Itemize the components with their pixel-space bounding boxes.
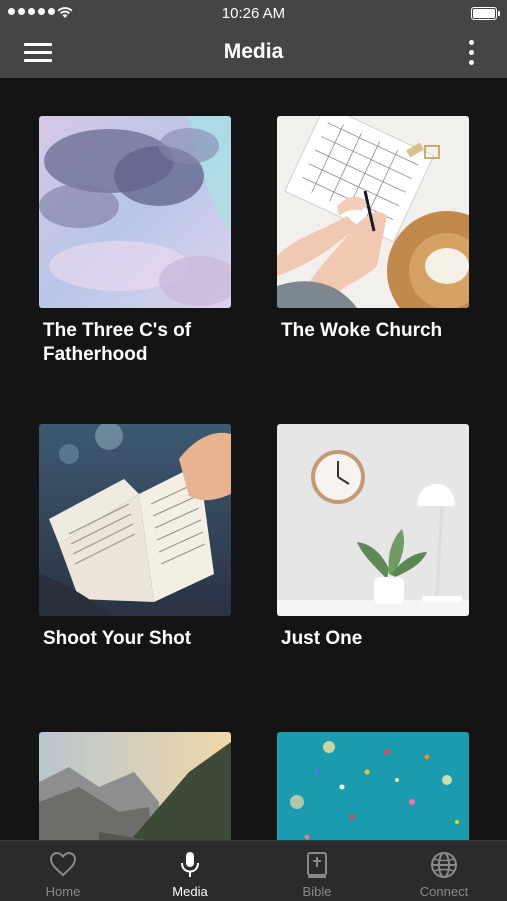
battery-icon [471, 7, 500, 20]
media-card[interactable]: Shoot Your Shot [39, 424, 231, 651]
microphone-icon [181, 852, 199, 877]
tab-home-label: Home [45, 884, 81, 899]
media-card[interactable]: Just One [277, 424, 469, 651]
tab-bible-label: Bible [302, 884, 332, 899]
status-bar: 10:26 AM [0, 0, 507, 28]
teal-confetti-image [277, 732, 469, 840]
tab-media[interactable]: Media [127, 841, 253, 901]
planner-writing-image [277, 116, 469, 308]
media-title: Shoot Your Shot [43, 628, 192, 649]
bible-icon [307, 852, 327, 878]
globe-icon [431, 852, 457, 878]
media-title: The Woke Church [281, 320, 443, 341]
open-bible-image [39, 424, 231, 616]
tab-connect[interactable]: Connect [381, 841, 507, 901]
media-card[interactable] [277, 732, 469, 840]
clock-plant-lamp-image [277, 424, 469, 616]
page-title: Media [223, 40, 284, 63]
pastel-clouds-image [39, 116, 231, 308]
media-card[interactable]: The Woke Church [277, 116, 469, 343]
tab-bible[interactable]: Bible [254, 841, 380, 901]
tab-media-label: Media [172, 884, 208, 899]
tab-bar: Home Media Bible Connect [0, 840, 507, 901]
media-title: Just One [281, 628, 363, 649]
more-vertical-icon[interactable] [467, 40, 477, 68]
mountain-landscape-image [39, 732, 231, 840]
media-grid[interactable]: The Three C's of Fatherhood The Woke Chu… [0, 78, 507, 840]
media-title: The Three C's of Fatherhood [43, 320, 192, 365]
status-time: 10:26 AM [221, 5, 286, 22]
nav-bar: Media [0, 28, 507, 78]
tab-home[interactable]: Home [0, 841, 126, 901]
tab-connect-label: Connect [419, 884, 469, 899]
media-card[interactable]: The Three C's of Fatherhood [39, 116, 231, 367]
heart-icon [49, 851, 77, 877]
media-card[interactable] [39, 732, 231, 840]
